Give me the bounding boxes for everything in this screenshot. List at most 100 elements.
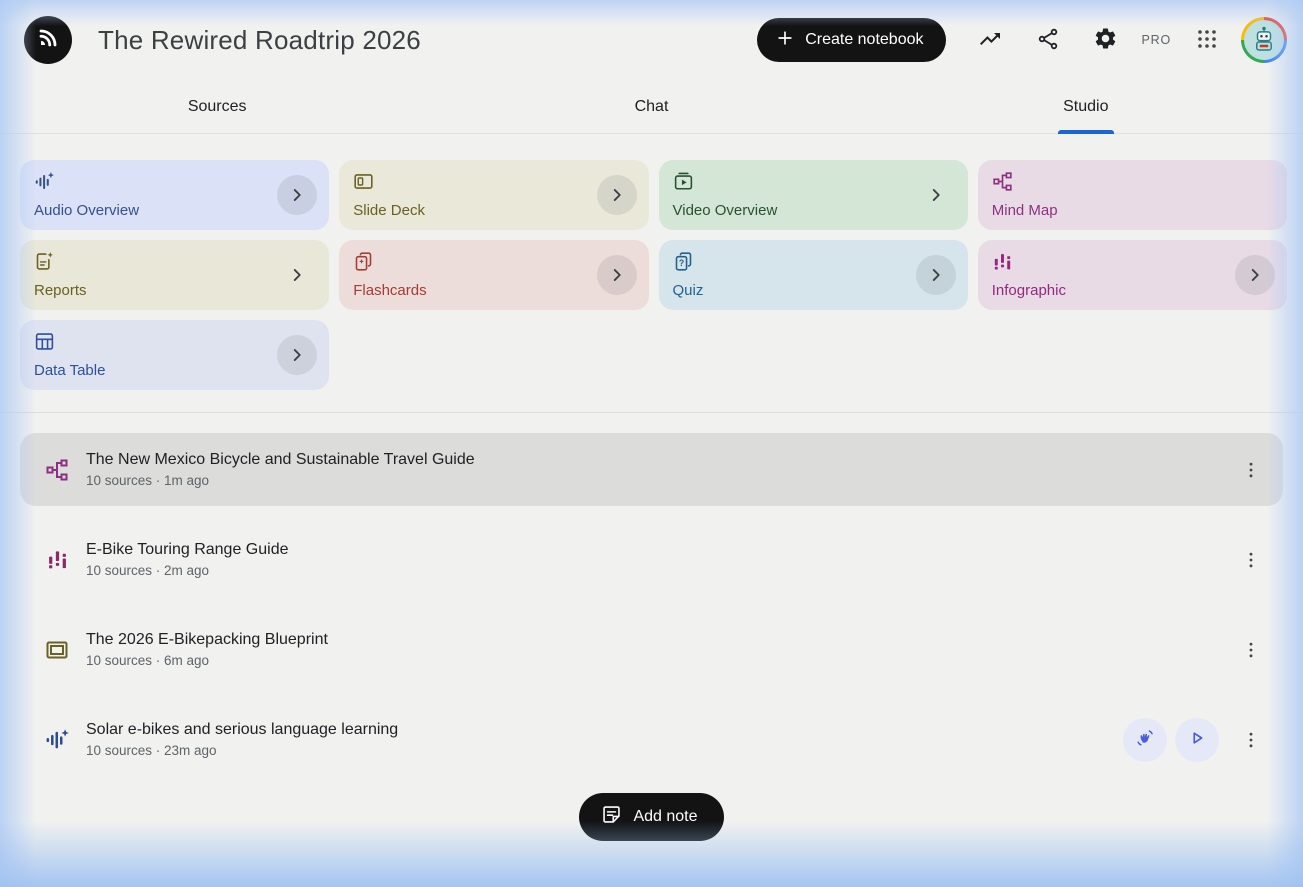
notebooklm-app: The Rewired Roadtrip 2026 Create noteboo… (0, 0, 1303, 887)
chevron-right-icon (1244, 264, 1266, 286)
share-icon (1036, 27, 1060, 54)
studio-card-grid: Audio Overview Slide Deck (0, 134, 1303, 390)
studio-card-video-overview[interactable]: Video Overview (659, 160, 968, 230)
notebook-title[interactable]: The Rewired Roadtrip 2026 (98, 25, 421, 56)
slide-deck-icon (353, 179, 374, 196)
artifact-row-audio-overview[interactable]: Solar e-bikes and serious language learn… (20, 703, 1283, 776)
tab-bar: Sources Chat Studio (0, 80, 1303, 134)
interactive-mode-button[interactable] (1123, 718, 1167, 762)
trending-up-icon (978, 27, 1002, 54)
studio-card-mind-map[interactable]: Mind Map (978, 160, 1287, 230)
artifact-list: The New Mexico Bicycle and Sustainable T… (0, 413, 1303, 776)
artifact-meta: 10 sources · 23m ago (86, 743, 398, 758)
chevron-right-icon (286, 184, 308, 206)
add-note-button[interactable]: Add note (579, 793, 723, 841)
studio-card-infographic[interactable]: Infographic (978, 240, 1287, 310)
studio-card-quiz[interactable]: ? Quiz (659, 240, 968, 310)
note-icon (601, 804, 622, 830)
open-flashcards-button[interactable] (597, 255, 637, 295)
artifact-title: The 2026 E-Bikepacking Blueprint (86, 631, 328, 649)
more-vertical-icon (1241, 640, 1261, 660)
open-data-table-button[interactable] (277, 335, 317, 375)
card-label: Slide Deck (353, 202, 425, 219)
card-label: Flashcards (353, 282, 426, 299)
svg-text:?: ? (678, 258, 683, 268)
card-label: Video Overview (673, 202, 778, 219)
artifact-row-mind-map[interactable]: The New Mexico Bicycle and Sustainable T… (20, 433, 1283, 506)
chevron-right-icon (286, 344, 308, 366)
header: The Rewired Roadtrip 2026 Create noteboo… (0, 0, 1303, 80)
tab-studio[interactable]: Studio (869, 80, 1303, 133)
studio-card-data-table[interactable]: Data Table (20, 320, 329, 390)
card-label: Mind Map (992, 202, 1058, 219)
infographic-icon (44, 548, 70, 571)
card-label: Quiz (673, 282, 704, 299)
pro-badge: PRO (1140, 33, 1174, 47)
apps-grid-icon (1195, 27, 1219, 54)
create-notebook-button[interactable]: Create notebook (757, 18, 945, 62)
card-label: Reports (34, 282, 87, 299)
video-overview-icon (673, 179, 694, 196)
chevron-right-icon (925, 264, 947, 286)
flashcards-icon (353, 259, 374, 276)
user-avatar[interactable] (1241, 17, 1287, 63)
artifact-title: E-Bike Touring Range Guide (86, 541, 289, 559)
artifact-meta: 10 sources · 6m ago (86, 653, 328, 668)
chevron-right-icon (606, 184, 628, 206)
artifact-row-infographic[interactable]: E-Bike Touring Range Guide 10 sources · … (20, 523, 1283, 596)
artifact-row-slide-deck[interactable]: The 2026 E-Bikepacking Blueprint 10 sour… (20, 613, 1283, 686)
avatar-robot-image (1244, 20, 1284, 60)
play-button[interactable] (1175, 718, 1219, 762)
studio-card-reports[interactable]: Reports (20, 240, 329, 310)
card-label: Audio Overview (34, 202, 139, 219)
apps-menu-button[interactable] (1183, 16, 1231, 64)
artifact-title: The New Mexico Bicycle and Sustainable T… (86, 451, 475, 469)
card-label: Infographic (992, 282, 1066, 299)
chevron-right-icon (606, 264, 628, 286)
share-button[interactable] (1024, 16, 1072, 64)
reports-icon (34, 259, 55, 276)
tab-chat[interactable]: Chat (434, 80, 868, 133)
active-tab-indicator (1058, 130, 1114, 134)
settings-button[interactable] (1082, 16, 1130, 64)
artifact-meta: 10 sources · 2m ago (86, 563, 289, 578)
add-note-area: Add note (0, 793, 1303, 841)
more-options-button[interactable] (1231, 630, 1271, 670)
more-vertical-icon (1241, 730, 1261, 750)
chevron-right-icon (286, 264, 308, 286)
gear-icon (1093, 26, 1118, 54)
chevron-right-icon (925, 184, 947, 206)
open-slide-deck-button[interactable] (597, 175, 637, 215)
play-icon (1186, 727, 1208, 752)
app-logo[interactable] (24, 16, 72, 64)
data-table-icon (34, 339, 55, 356)
tab-sources[interactable]: Sources (0, 80, 434, 133)
analytics-button[interactable] (966, 16, 1014, 64)
open-reports-button[interactable] (277, 255, 317, 295)
slide-deck-icon (44, 638, 70, 662)
open-infographic-button[interactable] (1235, 255, 1275, 295)
notebooklm-logo-icon (34, 24, 62, 57)
artifact-title: Solar e-bikes and serious language learn… (86, 721, 398, 739)
header-actions: Create notebook (757, 16, 1287, 64)
card-label: Data Table (34, 362, 105, 379)
studio-card-audio-overview[interactable]: Audio Overview (20, 160, 329, 230)
audio-overview-icon (44, 727, 70, 752)
more-vertical-icon (1241, 550, 1261, 570)
plus-icon (775, 28, 795, 53)
quiz-icon: ? (673, 259, 694, 276)
studio-card-flashcards[interactable]: Flashcards (339, 240, 648, 310)
more-options-button[interactable] (1231, 450, 1271, 490)
artifact-meta: 10 sources · 1m ago (86, 473, 475, 488)
more-vertical-icon (1241, 460, 1261, 480)
mind-map-icon (992, 179, 1013, 196)
open-audio-overview-button[interactable] (277, 175, 317, 215)
open-video-overview-button[interactable] (916, 175, 956, 215)
studio-card-slide-deck[interactable]: Slide Deck (339, 160, 648, 230)
more-options-button[interactable] (1231, 540, 1271, 580)
open-quiz-button[interactable] (916, 255, 956, 295)
more-options-button[interactable] (1231, 720, 1271, 760)
mind-map-icon (44, 458, 70, 482)
audio-overview-icon (34, 179, 55, 196)
waving-hand-icon (1134, 727, 1156, 752)
